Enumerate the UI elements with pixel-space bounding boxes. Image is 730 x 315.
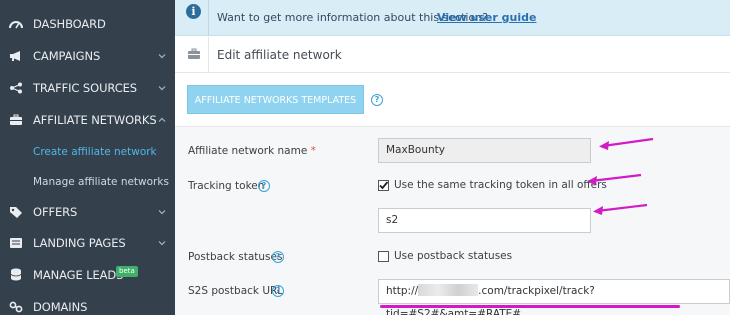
annotation-arrow [593,203,648,215]
sidebar-item-campaigns[interactable]: CAMPAIGNS [0,40,175,71]
sidebar-item-dashboard[interactable]: DASHBOARD [0,8,175,39]
url-prefix: http:// [386,285,419,297]
checkmark-icon [379,181,389,190]
briefcase-icon [188,48,200,59]
page-title: Edit affiliate network [217,48,342,62]
page-header: Edit affiliate network [175,37,730,73]
chevron-down-icon [158,209,166,214]
affiliate-networks-templates-button[interactable]: AFFILIATE NETWORKS TEMPLATES [187,85,364,114]
chevron-down-icon [158,240,166,245]
landing-icon [9,236,23,250]
edit-form: Affiliate network name * MaxBounty Track… [175,126,730,315]
postback-statuses-label: Postback statuses [188,251,283,263]
required-mark: * [310,145,316,157]
help-icon[interactable]: ? [272,285,284,297]
use-postback-label: Use postback statuses [394,250,513,262]
sidebar-item-label: OFFERS [33,204,78,219]
sidebar-subitem-manage-affiliate-networks[interactable]: Manage affiliate networks [33,176,169,188]
megaphone-icon [9,49,23,63]
dashboard-icon [9,17,23,31]
main-content: i Want to get more information about thi… [175,0,730,315]
annotation-underline [380,305,680,308]
chevron-up-icon [158,117,166,122]
same-token-checkbox[interactable] [378,180,389,191]
sidebar-item-affiliate-networks[interactable]: AFFILIATE NETWORKS [0,104,175,135]
info-icon: i [186,4,201,19]
s2s-postback-url-label: S2S postback URL [188,285,284,297]
s2s-postback-url-field[interactable]: http://.com/trackpixel/track?tid=#S2#&am… [378,279,730,315]
redacted-domain [418,284,479,296]
sidebar-item-landing-pages[interactable]: LANDING PAGES [0,227,175,258]
beta-badge: beta [116,266,138,277]
tracking-token-field[interactable]: s2 [378,208,591,233]
annotation-arrow [587,173,642,185]
network-name-field[interactable]: MaxBounty [378,138,591,163]
database-icon [9,268,23,282]
sidebar-item-traffic-sources[interactable]: TRAFFIC SOURCES [0,72,175,103]
sidebar-item-label: CAMPAIGNS [33,48,101,63]
sidebar-item-label: DASHBOARD [33,16,106,31]
share-icon [9,81,23,95]
link-icon [9,300,23,314]
annotation-arrow [599,137,654,150]
same-token-label: Use the same tracking token in all offer… [394,179,607,191]
briefcase-icon [9,113,23,127]
tracking-token-label: Tracking token [188,180,265,192]
use-postback-checkbox[interactable] [378,251,389,262]
network-name-label: Affiliate network name * [188,145,316,157]
info-banner: i Want to get more information about thi… [175,0,730,36]
sidebar-item-label: DOMAINS [33,299,88,314]
divider [208,0,209,36]
help-icon[interactable]: ? [258,180,270,192]
view-user-guide-link[interactable]: View user guide [437,11,536,24]
sidebar-item-offers[interactable]: OFFERS [0,196,175,227]
sidebar-item-label: AFFILIATE NETWORKS [33,112,157,127]
help-icon[interactable]: ? [371,94,383,106]
sidebar-subitem-create-affiliate-network[interactable]: Create affiliate network [33,146,157,158]
help-icon[interactable]: ? [272,251,284,263]
sidebar-item-manage-leads[interactable]: MANAGE LEADS [0,259,175,290]
chevron-down-icon [158,85,166,90]
sidebar-item-label: TRAFFIC SOURCES [33,80,138,95]
divider [208,37,209,73]
sidebar: DASHBOARD CAMPAIGNS TRAFFIC SOURCES AFFI… [0,0,175,315]
sidebar-item-domains[interactable]: DOMAINS [0,291,175,315]
chevron-down-icon [158,53,166,58]
tag-icon [9,205,23,219]
network-name-label-text: Affiliate network name [188,145,308,157]
sidebar-item-label: LANDING PAGES [33,235,126,250]
sidebar-item-label: MANAGE LEADS [33,267,124,282]
